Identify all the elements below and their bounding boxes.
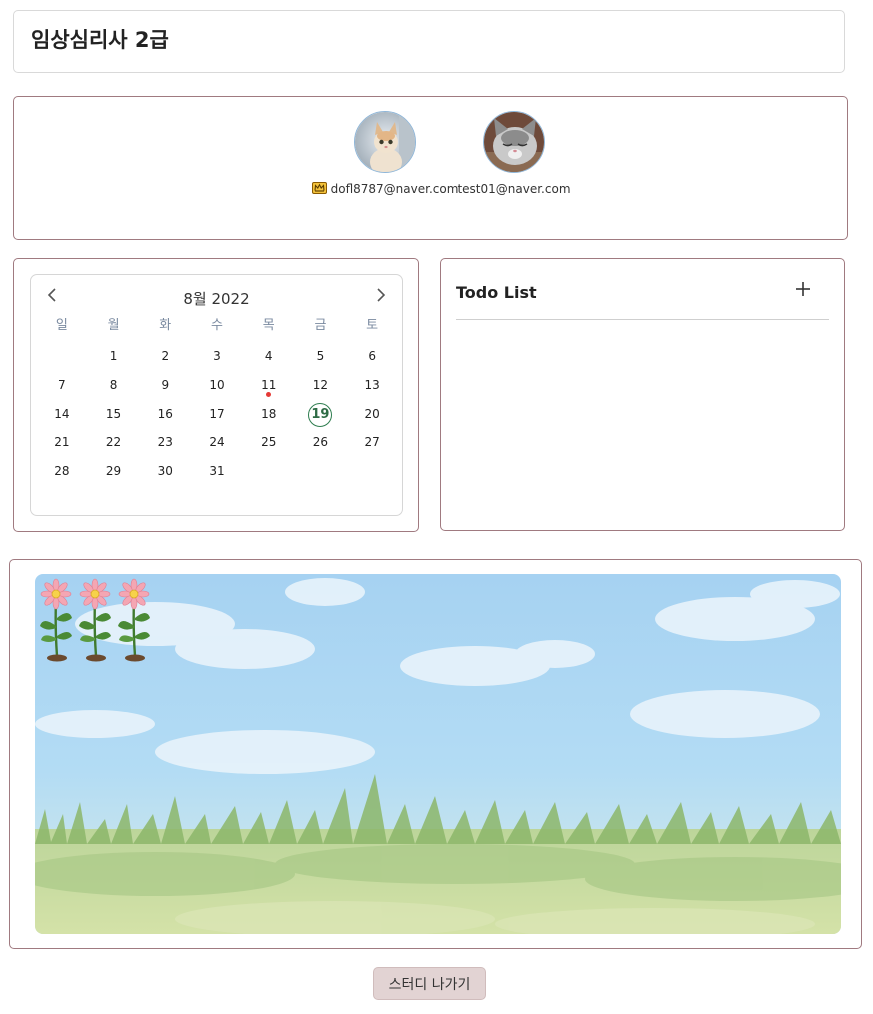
calendar-day-today[interactable]: 19: [295, 400, 347, 429]
calendar-days-grid: 1 2 3 4 5 6 7 8 9 10 11 12 13 14 15 16 17 18 19 20 21 22 23 24 2…: [36, 342, 398, 486]
crown-icon: [311, 182, 327, 197]
calendar-day[interactable]: 8: [88, 371, 140, 400]
member-avatar-kitten[interactable]: [483, 111, 545, 173]
flower-icon: [37, 578, 75, 662]
calendar-day[interactable]: 15: [88, 400, 140, 429]
calendar-day[interactable]: 17: [191, 400, 243, 429]
calendar-day[interactable]: 18: [243, 400, 295, 429]
calendar-weekday-header: 일월화수목금토: [36, 316, 398, 336]
calendar-day[interactable]: 28: [36, 457, 88, 486]
chevron-right-icon[interactable]: [370, 285, 390, 305]
flower-icon: [115, 578, 153, 662]
member-email: test01@naver.com: [457, 182, 571, 196]
members-panel: dofl8787@naver.com test01@naver.com: [13, 96, 848, 240]
weekday-label: 수: [211, 318, 223, 333]
calendar-day[interactable]: 13: [346, 371, 398, 400]
todo-panel: Todo List: [440, 258, 845, 531]
calendar-day[interactable]: 11: [243, 371, 295, 400]
calendar-day[interactable]: 1: [88, 342, 140, 371]
garden-panel: [9, 559, 862, 949]
calendar-empty-cell: [36, 342, 88, 371]
calendar-day[interactable]: 21: [36, 428, 88, 457]
calendar-day[interactable]: 9: [139, 371, 191, 400]
weekday-label: 토: [366, 318, 379, 333]
calendar-day[interactable]: 25: [243, 428, 295, 457]
calendar-day[interactable]: 4: [243, 342, 295, 371]
calendar-day[interactable]: 5: [295, 342, 347, 371]
calendar-day[interactable]: 24: [191, 428, 243, 457]
leave-study-button[interactable]: 스터디 나가기: [373, 967, 486, 1000]
calendar-day[interactable]: 2: [139, 342, 191, 371]
calendar-day[interactable]: 14: [36, 400, 88, 429]
calendar-day[interactable]: 6: [346, 342, 398, 371]
page-title: 임상심리사 2급: [31, 28, 169, 52]
weekday-label: 월: [107, 318, 120, 333]
member[interactable]: test01@naver.com: [429, 111, 599, 196]
calendar-day[interactable]: 16: [139, 400, 191, 429]
weekday-label: 목: [262, 318, 275, 333]
event-dot: [266, 391, 272, 397]
weekday-label: 금: [314, 318, 327, 333]
calendar-day[interactable]: 3: [191, 342, 243, 371]
calendar-day[interactable]: 27: [346, 428, 398, 457]
weekday-label: 일: [55, 318, 68, 333]
study-title-card: 임상심리사 2급: [13, 10, 845, 73]
calendar-day[interactable]: 7: [36, 371, 88, 400]
calendar-day[interactable]: 20: [346, 400, 398, 429]
todo-divider: [456, 319, 829, 320]
member-email-row: test01@naver.com: [429, 182, 599, 196]
calendar-day[interactable]: 29: [88, 457, 140, 486]
calendar-day[interactable]: 30: [139, 457, 191, 486]
garden-scene: [35, 574, 841, 934]
flower-icon: [76, 578, 114, 662]
plus-icon[interactable]: [792, 278, 814, 300]
calendar-month-label: 8월 2022: [183, 290, 250, 308]
member-avatar-cat[interactable]: [354, 111, 416, 173]
calendar-day[interactable]: 12: [295, 371, 347, 400]
calendar-day[interactable]: 22: [88, 428, 140, 457]
calendar-day[interactable]: 23: [139, 428, 191, 457]
todo-title: Todo List: [456, 283, 537, 302]
calendar-panel: 8월 2022 일월화수목금토 1 2 3 4 5 6 7 8 9 10 11 12 13 14 15 16 1…: [13, 258, 419, 532]
flower-row: [37, 578, 177, 662]
calendar-day[interactable]: 10: [191, 371, 243, 400]
calendar-day[interactable]: 26: [295, 428, 347, 457]
calendar: 8월 2022 일월화수목금토 1 2 3 4 5 6 7 8 9 10 11 12 13 14 15 16 1…: [30, 274, 403, 516]
weekday-label: 화: [159, 318, 172, 333]
calendar-day[interactable]: 31: [191, 457, 243, 486]
